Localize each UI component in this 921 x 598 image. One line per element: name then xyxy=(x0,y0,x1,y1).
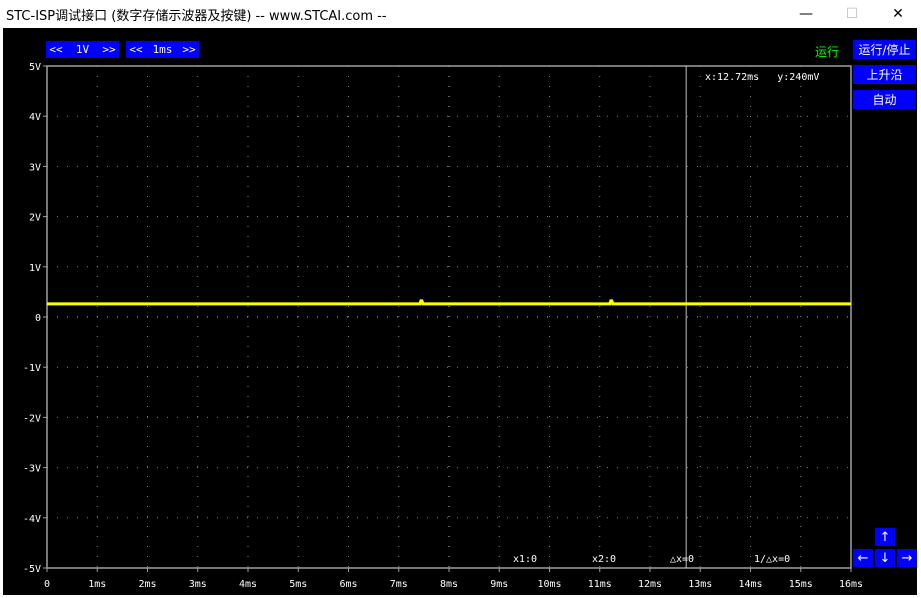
close-button[interactable]: ✕ xyxy=(875,0,921,28)
y-tick-label: -3V xyxy=(23,464,41,475)
minimize-icon: — xyxy=(799,6,813,22)
y-tick-label: 4V xyxy=(29,112,41,123)
x-tick-label: 8ms xyxy=(440,579,458,590)
x1-readout: x1:0 xyxy=(513,554,537,565)
minimize-button[interactable]: — xyxy=(783,0,829,28)
x-tick-label: 10ms xyxy=(537,579,561,590)
title-bar[interactable]: STC-ISP调试接口 (数字存储示波器及按键) -- www.STCAI.co… xyxy=(0,0,921,28)
grid xyxy=(47,66,851,568)
app-window: STC-ISP调试接口 (数字存储示波器及按键) -- www.STCAI.co… xyxy=(0,0,921,598)
inverse-delta-x-readout: 1/△x=0 xyxy=(754,554,790,565)
maximize-icon: ☐ xyxy=(845,6,859,22)
y-tick-label: 3V xyxy=(29,162,41,173)
x-tick-label: 12ms xyxy=(638,579,662,590)
x-tick-label: 6ms xyxy=(339,579,357,590)
oscilloscope-panel: << 1V >> << 1ms >> 运行 运行/停止 上升沿 自动 ↑ ← ↓… xyxy=(3,28,917,595)
x-tick-label: 16ms xyxy=(839,579,863,590)
y-tick-label: -5V xyxy=(23,564,41,575)
y-tick-label: 5V xyxy=(29,62,41,73)
x-tick-label: 1ms xyxy=(88,579,106,590)
x-tick-label: 13ms xyxy=(688,579,712,590)
signal-trace xyxy=(47,299,851,306)
delta-x-readout: △x=0 xyxy=(670,554,694,565)
y-tick-label: 0 xyxy=(35,313,41,324)
x-tick-label: 15ms xyxy=(789,579,813,590)
x-tick-label: 5ms xyxy=(289,579,307,590)
close-icon: ✕ xyxy=(892,6,904,22)
y-tick-label: -4V xyxy=(23,514,41,525)
x-tick-label: 3ms xyxy=(189,579,207,590)
x-tick-label: 11ms xyxy=(588,579,612,590)
window-title: STC-ISP调试接口 (数字存储示波器及按键) -- www.STCAI.co… xyxy=(6,9,387,24)
y-tick-label: 2V xyxy=(29,213,41,224)
x-axis-ticks: 0 1ms 2ms 3ms 4ms 5ms 6ms 7ms 8ms 9ms 10ms 11ms 12ms… xyxy=(44,568,863,590)
x-tick-label: 4ms xyxy=(239,579,257,590)
y-tick-label: -2V xyxy=(23,413,41,424)
x-tick-label: 7ms xyxy=(390,579,408,590)
x2-readout: x2:0 xyxy=(592,554,616,565)
scope-chart[interactable]: 5V 4V 3V 2V 1V 0 -1V -2V -3V -4V -5V 0 1ms 2ms 3ms 4ms… xyxy=(3,28,917,595)
y-tick-label: 1V xyxy=(29,263,41,274)
maximize-button: ☐ xyxy=(829,0,875,28)
y-axis-ticks: 5V 4V 3V 2V 1V 0 -1V -2V -3V -4V -5V xyxy=(23,62,47,575)
x-tick-label: 0 xyxy=(44,579,50,590)
x-tick-label: 14ms xyxy=(738,579,762,590)
x-tick-label: 9ms xyxy=(490,579,508,590)
y-tick-label: -1V xyxy=(23,363,41,374)
x-tick-label: 2ms xyxy=(138,579,156,590)
cursor-readout: x:12.72ms y:240mV xyxy=(705,72,819,83)
